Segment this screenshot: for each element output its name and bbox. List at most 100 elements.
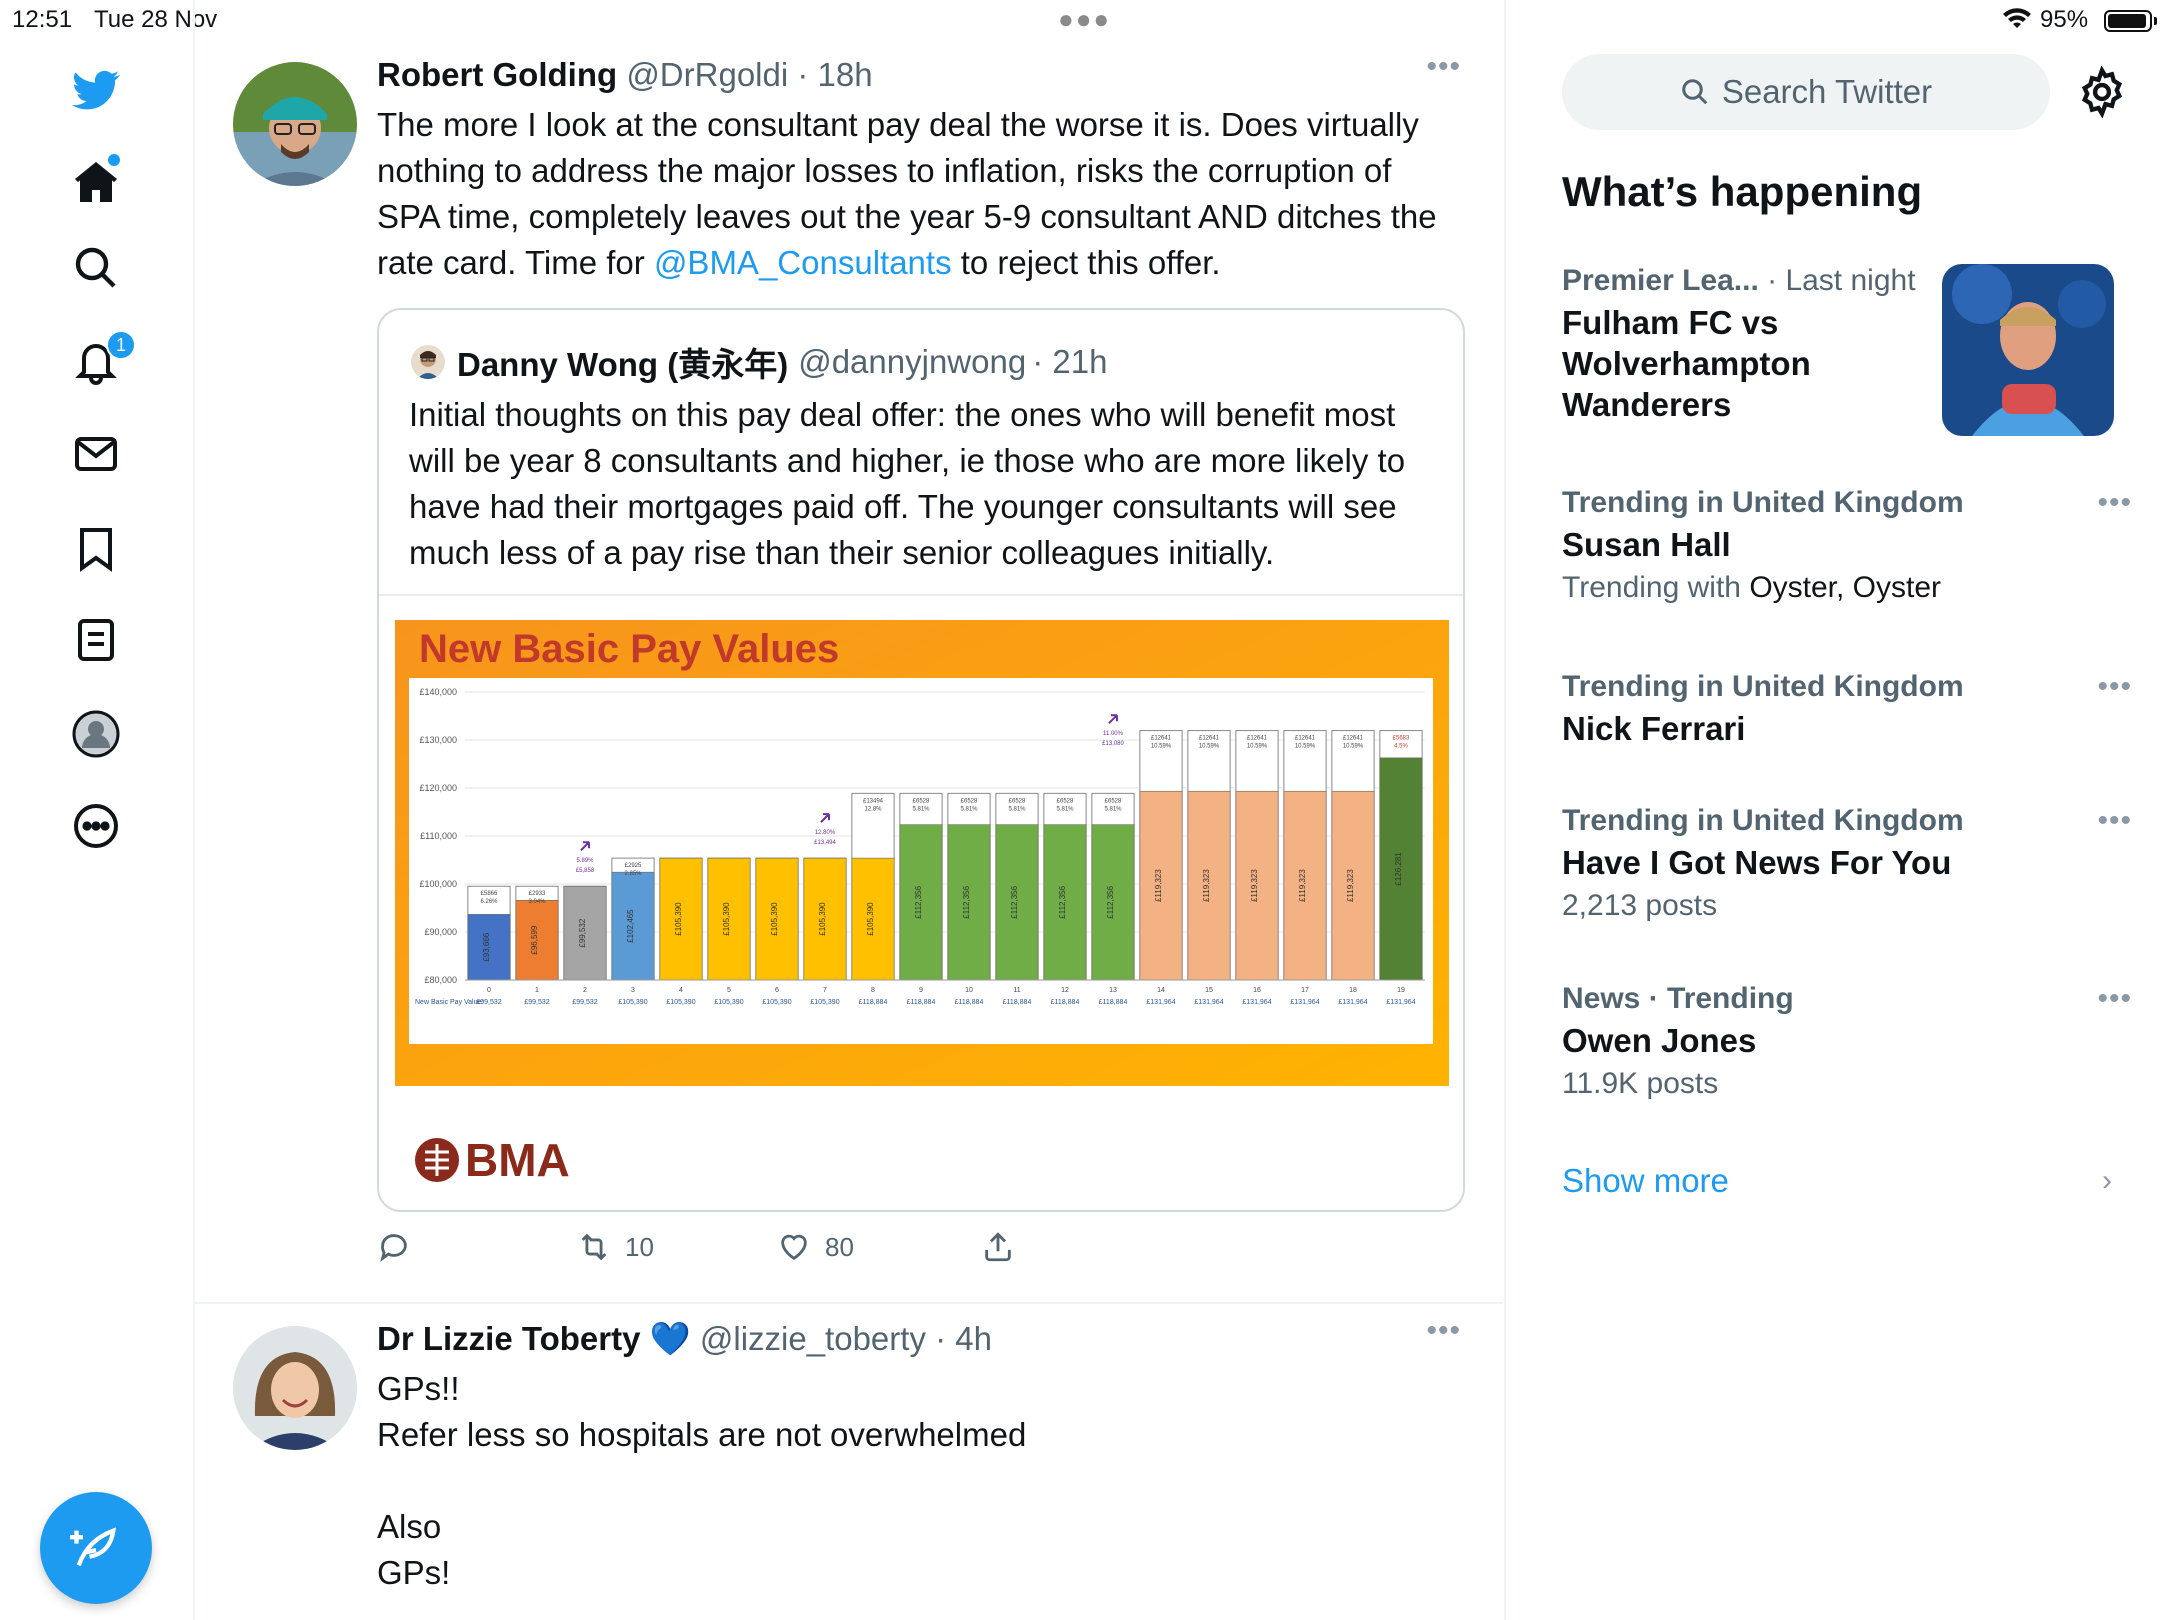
compose-tweet-button[interactable]	[40, 1492, 152, 1604]
more-options-icon[interactable]	[66, 796, 126, 856]
y-tick-label: £140,000	[419, 687, 457, 697]
avatar[interactable]	[233, 62, 357, 186]
quoted-tweet[interactable]: Danny Wong (黄永年) @dannyjnwong · 21h Init…	[377, 308, 1465, 1212]
trend-item[interactable]: Premier Lea... · Last night Fulham FC vs…	[1562, 264, 1942, 425]
tweet-time[interactable]: · 4h	[935, 1320, 992, 1357]
x-tick-label: 3	[631, 987, 635, 994]
x-tick-label: 17	[1301, 987, 1309, 994]
trend-thumbnail[interactable]	[1942, 264, 2114, 436]
trend-meta: 2,213 posts	[1562, 889, 1718, 922]
x-tick-label: 4	[679, 987, 683, 994]
new-pay-value-label: £131,964	[1338, 999, 1367, 1006]
increase-percent-label: 10.59%	[1295, 744, 1316, 750]
author-name[interactable]: Dr Lizzie Toberty	[377, 1320, 640, 1357]
increase-amount-label: £2925	[625, 863, 642, 869]
increase-amount-label: £5866	[481, 891, 498, 897]
increase-percent-label: 5.81%	[912, 806, 930, 812]
new-pay-value-label: £105,390	[714, 999, 743, 1006]
chevron-right-icon: ›	[2102, 1164, 2112, 1197]
twitter-logo-icon[interactable]	[66, 60, 126, 120]
new-pay-value-label: £99,532	[572, 999, 597, 1006]
settings-gear-icon[interactable]	[2076, 66, 2128, 118]
avatar[interactable]	[233, 1326, 357, 1450]
author-name[interactable]: Robert Golding	[377, 56, 617, 93]
trend-context: Premier Lea... · Last night	[1562, 264, 1942, 298]
trend-title: Fulham FC vs Wolverhampton Wanderers	[1562, 302, 1942, 425]
increase-amount-label: £6528	[1009, 798, 1026, 804]
bookmarks-icon[interactable]	[66, 518, 126, 578]
bar-value-label: £105,390	[722, 902, 731, 936]
increase-percent-label: 5.81%	[1056, 806, 1074, 812]
y-tick-label: £80,000	[424, 975, 457, 985]
tweet-text: GPs!! Refer less so hospitals are not ov…	[377, 1366, 1457, 1596]
profile-avatar-icon[interactable]	[66, 704, 126, 764]
tweet-more-icon[interactable]: •••	[1426, 50, 1461, 84]
y-tick-label: £120,000	[419, 783, 457, 793]
trend-more-icon[interactable]: •••	[2097, 804, 2132, 838]
new-pay-value-label: £131,964	[1290, 999, 1319, 1006]
increase-percent-label: 10.59%	[1343, 744, 1364, 750]
arrow-amount-label: £5,858	[576, 868, 595, 874]
mention-link[interactable]: @BMA_Consultants	[654, 244, 952, 281]
increase-percent-label: 5.81%	[1104, 806, 1122, 812]
show-more-link[interactable]: Show more	[1562, 1162, 1729, 1200]
bar-value-label: £112,356	[962, 885, 971, 918]
tweet-text-part: to reject this offer.	[951, 244, 1221, 281]
retweet-count: 10	[625, 1231, 654, 1262]
tweet-image[interactable]: New Basic Pay Values £80,000 £90,000 £100,…	[379, 594, 1463, 1210]
increase-percent-label: 2.85%	[624, 871, 642, 877]
increase-percent-label: 6.26%	[480, 899, 498, 905]
trend-title-line: Wanderers	[1562, 386, 1732, 423]
multitasking-dots-icon[interactable]: ●●●	[1058, 4, 1111, 35]
left-nav: 1	[0, 40, 193, 1620]
trend-more-icon[interactable]: •••	[2097, 670, 2132, 704]
trend-meta-terms: Oyster, Oyster	[1749, 571, 1942, 604]
search-box[interactable]: Search Twitter	[1562, 54, 2050, 130]
pay-chart-slide: New Basic Pay Values £80,000 £90,000 £100,…	[395, 620, 1449, 1186]
trend-more-icon[interactable]: •••	[2097, 982, 2132, 1016]
tweet-time[interactable]: · 18h	[797, 56, 872, 93]
new-pay-value-label: £131,964	[1386, 999, 1415, 1006]
retweet-button[interactable]: 10	[577, 1230, 654, 1264]
tweet-line: Also	[377, 1508, 442, 1545]
date: Tue 28 Nov	[94, 6, 218, 33]
trend-title-line: Fulham FC vs	[1562, 304, 1779, 341]
tweet-line	[377, 1458, 1457, 1504]
retweet-icon	[581, 1233, 607, 1261]
trend-more-icon[interactable]: •••	[2097, 486, 2132, 520]
increase-percent-label: 3.04%	[528, 899, 546, 905]
blue-heart-emoji: 💙	[649, 1320, 691, 1357]
share-button[interactable]	[981, 1230, 1015, 1264]
trend-item[interactable]: Trending in United Kingdom Have I Got Ne…	[1562, 804, 2132, 923]
trend-item[interactable]: Trending in United Kingdom Nick Ferrari …	[1562, 670, 2132, 749]
increase-amount-label: £12641	[1151, 736, 1172, 742]
bar-value-label: £105,390	[866, 902, 875, 936]
bar-value-label: £93,666	[482, 932, 491, 961]
author-handle[interactable]: @lizzie_toberty	[700, 1320, 926, 1357]
x-tick-label: 15	[1205, 987, 1213, 994]
increase-percent-label: 10.59%	[1247, 744, 1268, 750]
trend-title: Owen Jones	[1562, 1022, 1757, 1059]
bar-value-label: £112,356	[1010, 885, 1019, 918]
trend-context: Trending in United Kingdom	[1562, 670, 1964, 703]
increase-amount-label: £12641	[1343, 736, 1364, 742]
trend-title: Have I Got News For You	[1562, 844, 1952, 881]
increase-amount-label: £6528	[1105, 798, 1122, 804]
search-placeholder: Search Twitter	[1721, 73, 1933, 110]
bar-value-label: £105,390	[770, 902, 779, 936]
lists-icon[interactable]	[66, 610, 126, 670]
explore-search-icon[interactable]	[66, 238, 126, 298]
home-icon[interactable]	[66, 152, 126, 212]
reply-button[interactable]	[377, 1230, 411, 1264]
x-tick-label: 6	[775, 987, 779, 994]
like-button[interactable]: 80	[777, 1230, 854, 1264]
author-handle[interactable]: @DrRgoldi	[626, 56, 788, 93]
trend-item[interactable]: News · Trending Owen Jones 11.9K posts •…	[1562, 982, 2132, 1101]
tweet-more-icon[interactable]: •••	[1426, 1314, 1461, 1348]
quoted-tweet-text: Initial thoughts on this pay deal offer:…	[409, 396, 1406, 571]
notifications-bell-icon[interactable]: 1	[66, 330, 136, 392]
new-pay-value-label: £105,390	[618, 999, 647, 1006]
slide-title: New Basic Pay Values	[419, 627, 839, 671]
messages-envelope-icon[interactable]	[66, 424, 126, 484]
trend-item[interactable]: Trending in United Kingdom Susan Hall Tr…	[1562, 486, 2132, 605]
